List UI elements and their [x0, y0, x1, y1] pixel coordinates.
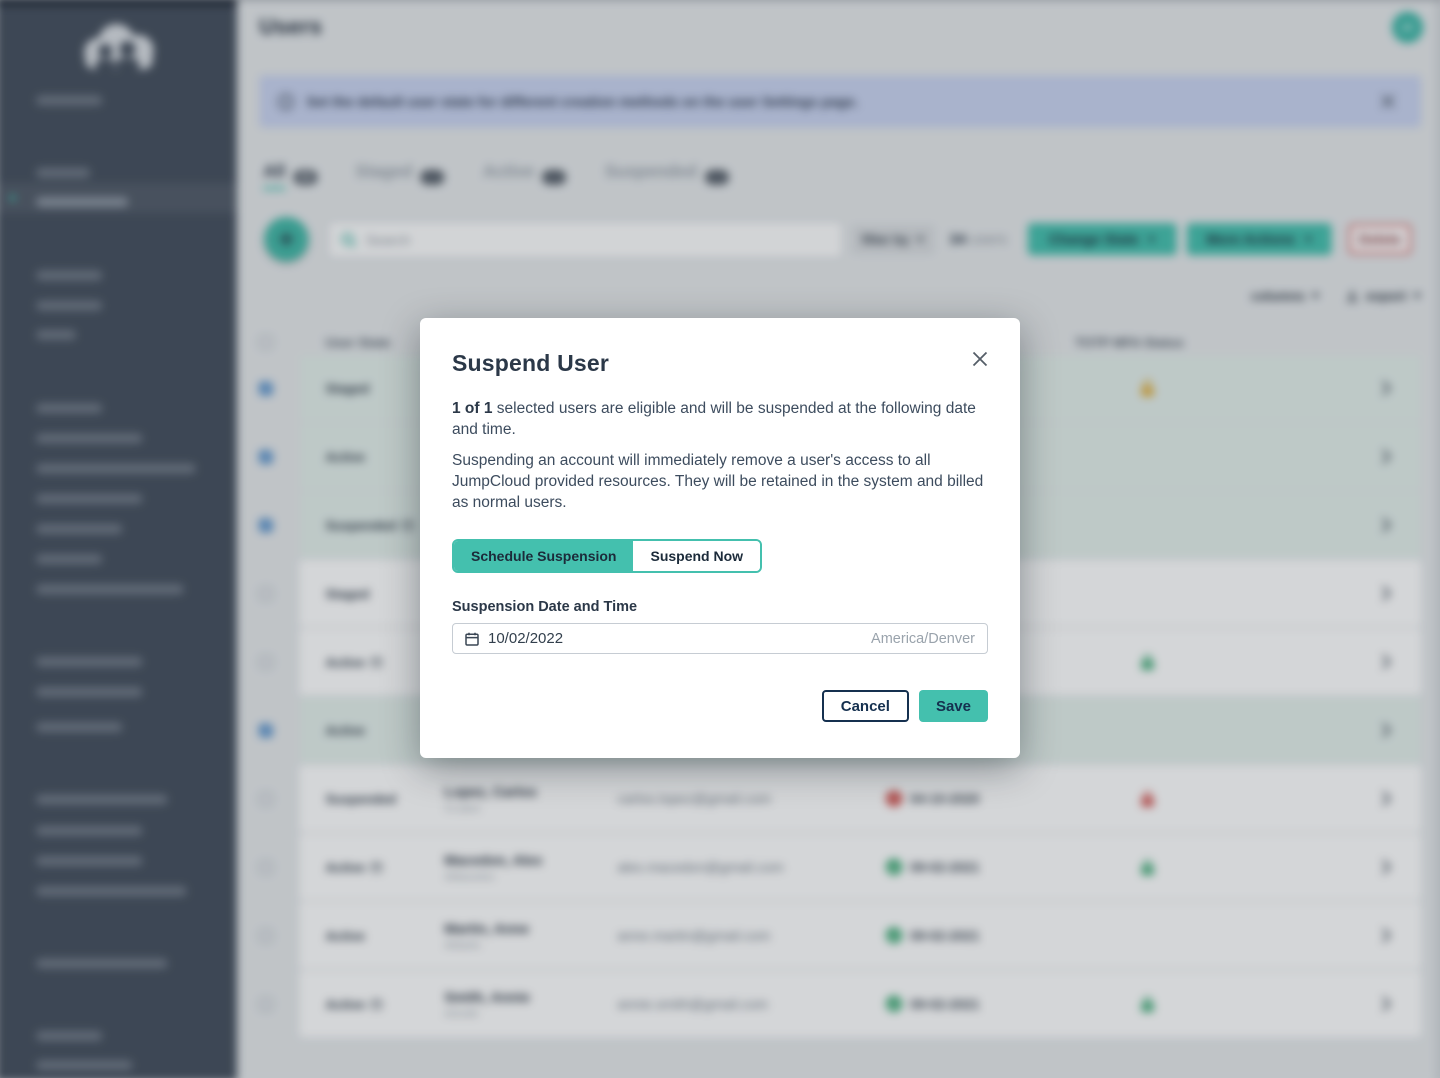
calendar-icon: [465, 632, 479, 646]
save-button[interactable]: Save: [919, 690, 988, 722]
eligibility-text: 1 of 1 selected users are eligible and w…: [452, 398, 988, 440]
modal-title: Suspend User: [452, 350, 988, 377]
app-window: Users JC Set the default user state for …: [0, 0, 1440, 1078]
modal-close-icon[interactable]: [972, 351, 988, 367]
date-field-label: Suspension Date and Time: [452, 599, 988, 615]
timezone-label: America/Denver: [871, 631, 975, 647]
modal-footer: Cancel Save: [452, 690, 988, 722]
date-value: 10/02/2022: [488, 630, 563, 647]
suspend-user-modal: Suspend User 1 of 1 selected users are e…: [420, 318, 1020, 758]
suspend-description: Suspending an account will immediately r…: [452, 450, 988, 513]
suspension-date-input[interactable]: 10/02/2022 America/Denver: [452, 623, 988, 654]
suspend-now-tab[interactable]: Suspend Now: [633, 541, 760, 571]
schedule-suspension-tab[interactable]: Schedule Suspension: [454, 541, 633, 571]
suspension-mode-toggle: Schedule Suspension Suspend Now: [452, 539, 762, 573]
cancel-button[interactable]: Cancel: [822, 690, 909, 722]
